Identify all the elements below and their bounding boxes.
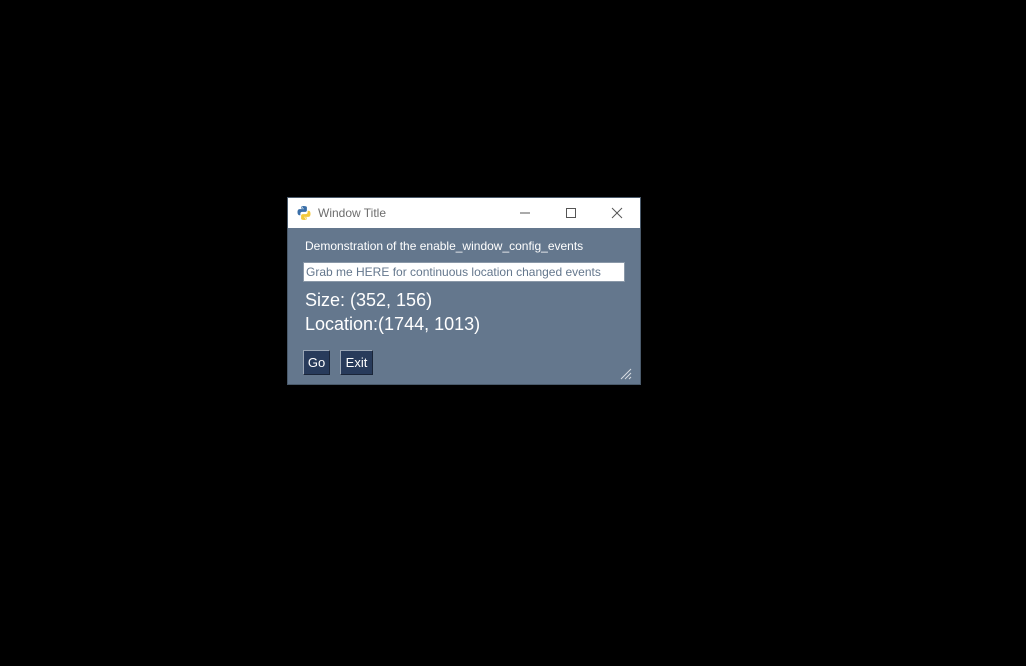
window-title: Window Title <box>318 206 387 220</box>
close-icon <box>611 207 623 219</box>
description-text: Demonstration of the enable_window_confi… <box>305 239 584 253</box>
size-readout: Size: (352, 156) <box>305 290 433 310</box>
minimize-button[interactable] <box>502 198 548 228</box>
maximize-button[interactable] <box>548 198 594 228</box>
location-readout: Location:(1744, 1013) <box>305 314 481 334</box>
resize-grip-icon[interactable] <box>618 366 632 380</box>
app-window: Window Title Demonstration of the enable… <box>288 198 640 384</box>
go-button[interactable]: Go <box>303 350 330 375</box>
window-content: Demonstration of the enable_window_confi… <box>288 228 640 384</box>
exit-button[interactable]: Exit <box>340 350 373 375</box>
close-button[interactable] <box>594 198 640 228</box>
minimize-icon <box>520 212 530 214</box>
grab-input[interactable] <box>303 262 625 282</box>
title-bar[interactable]: Window Title <box>288 198 640 228</box>
maximize-icon <box>566 208 576 218</box>
python-logo-icon <box>296 205 312 221</box>
